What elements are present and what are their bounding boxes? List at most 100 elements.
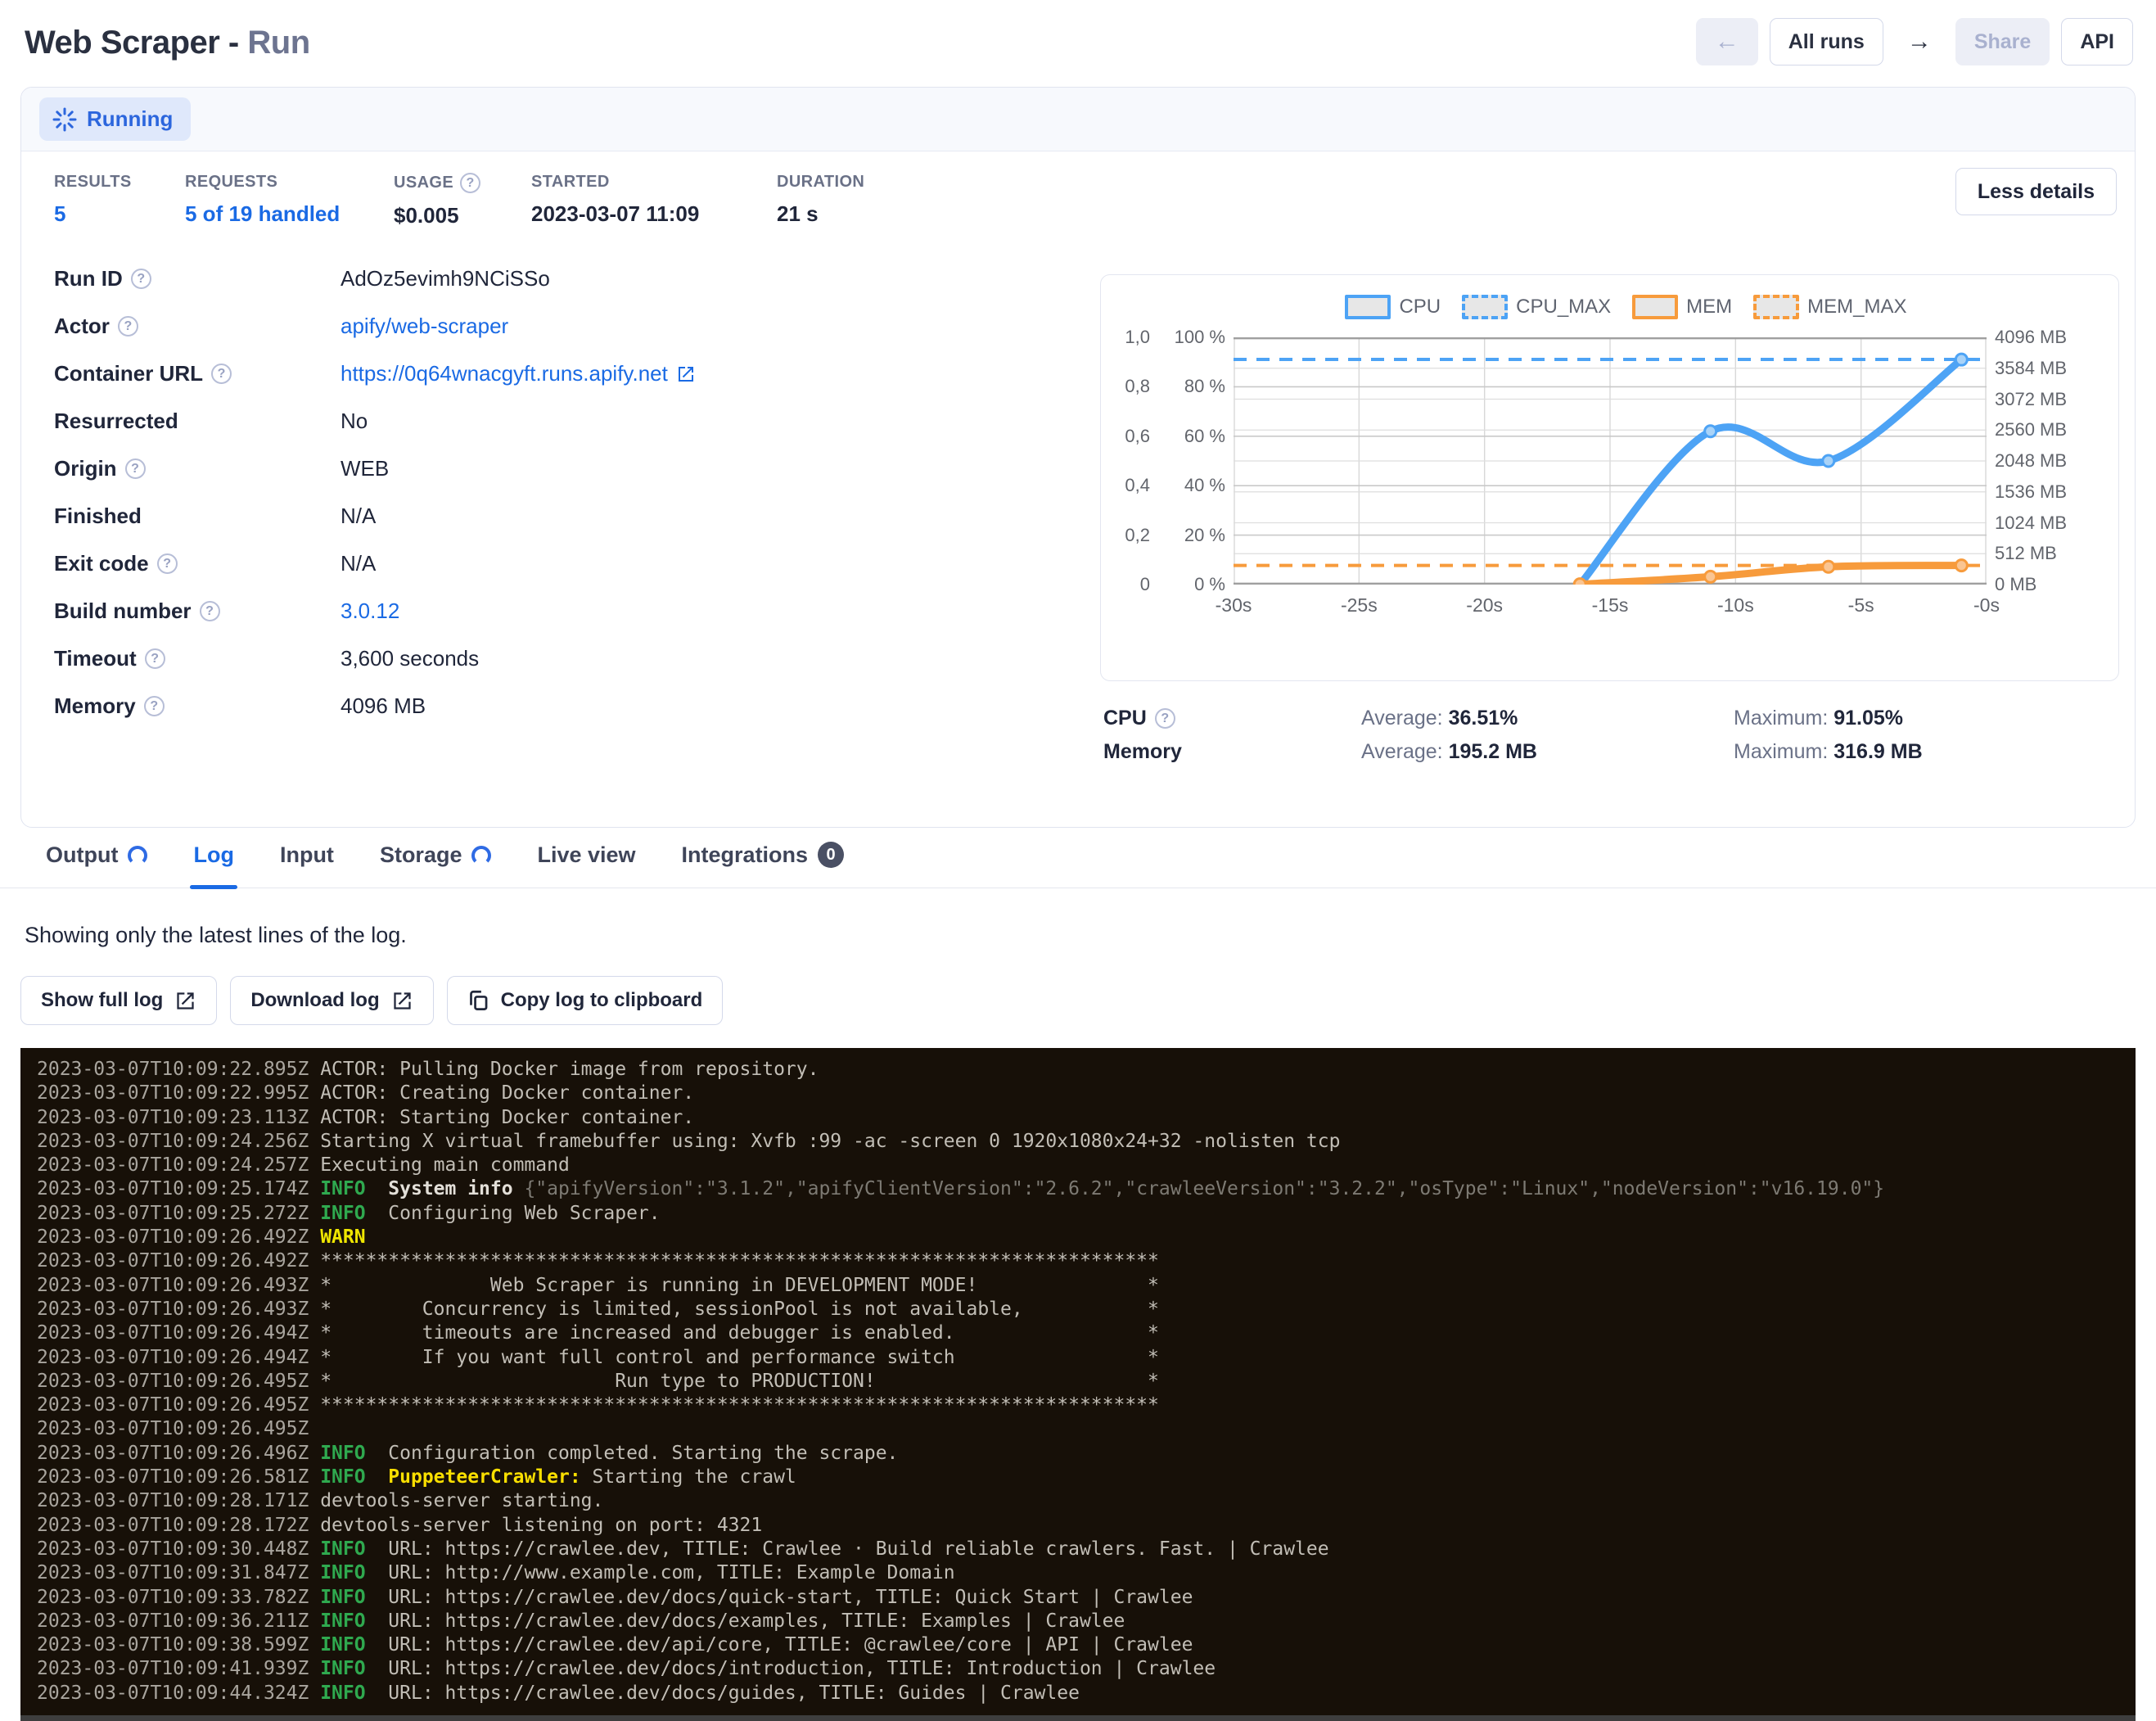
detail-value-build-number[interactable]: 3.0.12 xyxy=(341,599,1094,624)
y-axis-megabytes: 4096 MB3584 MB3072 MB2560 MB2048 MB1536 … xyxy=(1987,337,2083,585)
tab-log[interactable]: Log xyxy=(193,842,233,888)
legend-cpu-max: CPU_MAX xyxy=(1462,295,1611,319)
log-line: 2023-03-07T10:09:28.171Z devtools-server… xyxy=(37,1489,2136,1513)
tab-integrations[interactable]: Integrations0 xyxy=(682,842,845,888)
log-line: 2023-03-07T10:09:41.939Z INFO URL: https… xyxy=(37,1657,2136,1681)
spinner-icon xyxy=(52,107,77,132)
axis-tick-label: -30s xyxy=(1216,594,1252,617)
status-badge: Running xyxy=(39,97,191,141)
axis-tick-label: 4096 MB xyxy=(1995,327,2067,348)
loading-arc-icon xyxy=(128,846,147,865)
help-icon[interactable]: ? xyxy=(211,364,232,384)
axis-tick-label: 0,8 xyxy=(1125,376,1150,397)
log-line: 2023-03-07T10:09:31.847Z INFO URL: http:… xyxy=(37,1561,2136,1585)
external-link-icon xyxy=(391,990,413,1012)
external-link-icon xyxy=(174,990,196,1012)
log-terminal[interactable]: 2023-03-07T10:09:22.895Z ACTOR: Pulling … xyxy=(20,1048,2136,1715)
log-line: 2023-03-07T10:09:26.496Z INFO Configurat… xyxy=(37,1442,2136,1466)
tab-storage[interactable]: Storage xyxy=(380,842,492,888)
axis-tick-label: 20 % xyxy=(1184,525,1225,546)
help-icon[interactable]: ? xyxy=(157,553,178,574)
axis-tick-label: 512 MB xyxy=(1995,543,2057,564)
stat-usage-label-text: USAGE xyxy=(394,174,453,192)
share-button[interactable]: Share xyxy=(1955,18,2050,65)
help-icon[interactable]: ? xyxy=(200,601,220,621)
axis-tick-label: -5s xyxy=(1848,594,1874,617)
chart-body: 1,00,80,60,40,20 100 %80 %60 %40 %20 %0 … xyxy=(1101,337,2118,585)
copy-log-button[interactable]: Copy log to clipboard xyxy=(447,976,724,1025)
loading-arc-icon xyxy=(471,846,491,865)
stat-requests-label: REQUESTS xyxy=(185,173,394,192)
usage-summary: CPU? Average: 36.51% Maximum: 91.05% Mem… xyxy=(1103,707,2127,764)
log-note: Showing only the latest lines of the log… xyxy=(0,888,2156,948)
stat-results-value[interactable]: 5 xyxy=(54,201,185,227)
axis-tick-label: 0 MB xyxy=(1995,574,2036,595)
detail-label-resurrected: Resurrected xyxy=(54,409,341,434)
show-full-log-button[interactable]: Show full log xyxy=(20,976,217,1025)
download-log-button[interactable]: Download log xyxy=(230,976,433,1025)
detail-value-container-url[interactable]: https://0q64wnacgyft.runs.apify.net xyxy=(341,361,1094,386)
help-icon[interactable]: ? xyxy=(145,648,165,669)
help-icon[interactable]: ? xyxy=(1155,708,1175,729)
y-axis-decimal: 1,00,80,60,40,20 xyxy=(1107,337,1158,585)
less-details-button[interactable]: Less details xyxy=(1955,168,2117,215)
run-tabs: Output Log Input Storage Live view Integ… xyxy=(0,828,2156,888)
axis-tick-label: -25s xyxy=(1341,594,1378,617)
axis-tick-label: 0,2 xyxy=(1125,525,1150,546)
tab-input[interactable]: Input xyxy=(280,842,334,888)
log-line: 2023-03-07T10:09:36.211Z INFO URL: https… xyxy=(37,1610,2136,1633)
legend-cpu: CPU xyxy=(1345,295,1441,319)
external-link-icon xyxy=(676,364,696,384)
prev-run-button[interactable]: ← xyxy=(1696,18,1758,65)
plot-area: -30s-25s-20s-15s-10s-5s-0s xyxy=(1234,337,1987,585)
log-line: 2023-03-07T10:09:26.495Z ***************… xyxy=(37,1394,2136,1417)
detail-label-container-url: Container URL? xyxy=(54,361,341,386)
log-line: 2023-03-07T10:09:24.257Z Executing main … xyxy=(37,1154,2136,1177)
log-line: 2023-03-07T10:09:25.272Z INFO Configurin… xyxy=(37,1202,2136,1226)
stat-requests: REQUESTS 5 of 19 handled xyxy=(185,173,394,228)
help-icon[interactable]: ? xyxy=(118,316,138,337)
next-run-button[interactable]: → xyxy=(1895,18,1944,65)
integrations-count-badge: 0 xyxy=(818,842,844,868)
detail-value-resurrected: No xyxy=(341,409,1094,434)
detail-value-finished: N/A xyxy=(341,504,1094,529)
log-line: 2023-03-07T10:09:26.492Z WARN xyxy=(37,1226,2136,1249)
stat-usage-value: $0.005 xyxy=(394,203,531,228)
help-icon[interactable]: ? xyxy=(125,458,146,479)
help-icon[interactable]: ? xyxy=(460,173,480,193)
axis-tick-label: -15s xyxy=(1592,594,1629,617)
axis-tick-label: 2560 MB xyxy=(1995,419,2067,440)
axis-tick-label: -10s xyxy=(1717,594,1754,617)
axis-tick-label: 3072 MB xyxy=(1995,389,2067,410)
log-line: 2023-03-07T10:09:26.493Z * Web Scraper i… xyxy=(37,1274,2136,1298)
help-icon[interactable]: ? xyxy=(144,696,165,716)
cpu-maximum: Maximum: 91.05% xyxy=(1734,707,2127,730)
stat-usage-label: USAGE ? xyxy=(394,173,531,193)
tab-live-view[interactable]: Live view xyxy=(537,842,635,888)
axis-tick-label: 0 xyxy=(1140,574,1150,595)
axis-tick-label: 40 % xyxy=(1184,475,1225,496)
cpu-average: Average: 36.51% xyxy=(1361,707,1734,730)
stat-started: STARTED 2023-03-07 11:09 xyxy=(531,173,777,228)
detail-value-timeout: 3,600 seconds xyxy=(341,646,1094,671)
log-line: 2023-03-07T10:09:22.995Z ACTOR: Creating… xyxy=(37,1082,2136,1105)
axis-tick-label: 80 % xyxy=(1184,376,1225,397)
detail-label-actor: Actor? xyxy=(54,314,341,339)
tab-output[interactable]: Output xyxy=(46,842,147,888)
detail-value-actor[interactable]: apify/web-scraper xyxy=(341,314,1094,339)
log-line: 2023-03-07T10:09:28.172Z devtools-server… xyxy=(37,1514,2136,1538)
usage-chart-card: CPU CPU_MAX MEM MEM_MAX 1,00,80,60,40,20… xyxy=(1100,274,2119,681)
legend-mem-max: MEM_MAX xyxy=(1753,295,1906,319)
page-title-main: Web Scraper - xyxy=(25,25,239,61)
help-icon[interactable]: ? xyxy=(131,269,151,289)
api-button[interactable]: API xyxy=(2061,18,2133,65)
stats-row: RESULTS 5 REQUESTS 5 of 19 handled USAGE… xyxy=(21,151,2135,233)
stat-requests-value[interactable]: 5 of 19 handled xyxy=(185,201,394,227)
all-runs-button[interactable]: All runs xyxy=(1770,18,1883,65)
log-horizontal-scrollbar[interactable] xyxy=(20,1715,2136,1721)
log-line: 2023-03-07T10:09:30.448Z INFO URL: https… xyxy=(37,1538,2136,1561)
arrow-right-icon: → xyxy=(1907,29,1932,54)
stat-usage: USAGE ? $0.005 xyxy=(394,173,531,228)
axis-tick-label: 1,0 xyxy=(1125,327,1150,348)
stat-results: RESULTS 5 xyxy=(54,173,185,228)
